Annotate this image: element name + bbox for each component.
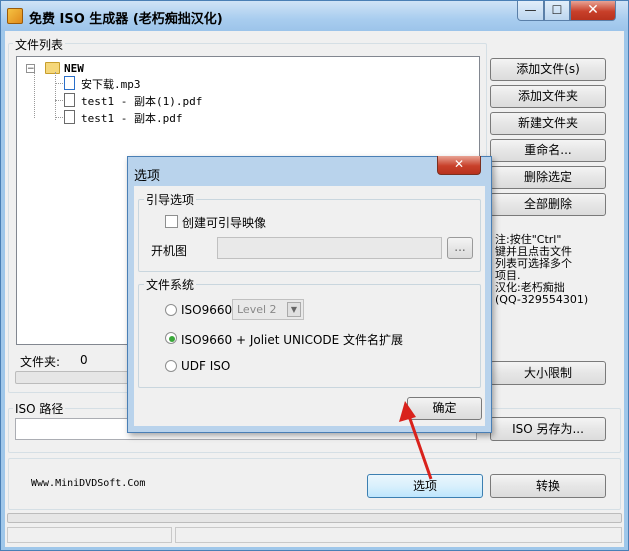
tree-item[interactable]: 安下载.mp3: [81, 76, 141, 92]
joliet-label: ISO9660 + Joliet UNICODE 文件名扩展: [181, 333, 404, 347]
rename-button[interactable]: 重命名...: [490, 139, 606, 162]
app-icon: [7, 8, 23, 24]
status-pane: [7, 527, 172, 543]
dialog-close-button[interactable]: ✕: [437, 156, 481, 175]
tree-line: [55, 72, 56, 120]
add-folder-button[interactable]: 添加文件夹: [490, 85, 606, 108]
tree-line: [55, 83, 63, 84]
iso9660-radio[interactable]: [165, 304, 177, 316]
files-count-value: 0: [80, 353, 88, 367]
arrow-shaft: [406, 412, 433, 480]
boot-image-label: 开机图: [151, 244, 188, 258]
joliet-radio[interactable]: [165, 332, 177, 344]
size-limit-button[interactable]: 大小限制: [490, 361, 606, 385]
udf-radio[interactable]: [165, 360, 177, 372]
iso9660-label: ISO9660: [181, 303, 233, 317]
browse-button[interactable]: ...: [447, 237, 473, 259]
file-list-legend: 文件列表: [13, 36, 66, 53]
iso-path-legend: ISO 路径: [13, 400, 66, 417]
files-count-label: 文件夹:: [20, 355, 61, 369]
maximize-button[interactable]: ☐: [544, 1, 570, 21]
delete-selected-button[interactable]: 删除选定: [490, 166, 606, 189]
help-note: 注:按住"Ctrl" 键并且点击文件 列表可选择多个 项目. 汉化:老朽痴拙 (…: [495, 234, 615, 306]
save-iso-button[interactable]: ISO 另存为...: [490, 417, 606, 441]
tree-line: [55, 100, 63, 101]
pdf-file-icon: [64, 110, 75, 124]
minimize-button[interactable]: —: [517, 1, 544, 21]
audio-file-icon: [64, 76, 75, 90]
level-select[interactable]: Level 2 ▼: [232, 299, 304, 320]
arrow-head: [399, 401, 416, 422]
tree-item[interactable]: test1 - 副本.pdf: [81, 110, 182, 126]
pdf-file-icon: [64, 93, 75, 107]
status-pane: [175, 527, 622, 543]
level-select-value: Level 2: [237, 303, 277, 316]
tree-line: [55, 117, 63, 118]
dialog-title: 选项: [134, 169, 161, 184]
tree-root-label[interactable]: NEW: [64, 62, 84, 75]
options-dialog: 选项 ✕ 引导选项 创建可引导映像 开机图 ... 文件系统 ISO9660 L…: [127, 156, 492, 433]
udf-label: UDF ISO: [181, 359, 231, 373]
folder-icon: [45, 62, 60, 74]
collapse-icon[interactable]: −: [26, 64, 35, 74]
file-system-legend: 文件系统: [144, 276, 197, 293]
note-line: (QQ-329554301): [495, 293, 589, 306]
tree-item[interactable]: test1 - 副本(1).pdf: [81, 93, 202, 109]
chevron-down-icon[interactable]: ▼: [287, 302, 301, 317]
new-folder-button[interactable]: 新建文件夹: [490, 112, 606, 135]
bootable-checkbox[interactable]: [165, 215, 178, 228]
annotation-arrow: [399, 401, 433, 480]
close-button[interactable]: ✕: [570, 1, 616, 21]
boot-options-legend: 引导选项: [144, 191, 197, 208]
delete-all-button[interactable]: 全部删除: [490, 193, 606, 216]
add-file-button[interactable]: 添加文件(s): [490, 58, 606, 81]
title-bar[interactable]: 免费 ISO 生成器 (老朽痴拙汉化) — ☐ ✕: [1, 1, 628, 31]
convert-button[interactable]: 转换: [490, 474, 606, 498]
bootable-label: 创建可引导映像: [182, 216, 267, 230]
progress-bar: [7, 513, 622, 523]
boot-options-group: [138, 199, 481, 272]
boot-image-input[interactable]: [217, 237, 442, 259]
dialog-client: 引导选项 创建可引导映像 开机图 ... 文件系统 ISO9660 Level …: [134, 186, 485, 426]
tree-line: [34, 72, 35, 118]
window-title: 免费 ISO 生成器 (老朽痴拙汉化): [29, 12, 223, 27]
website-label: Www.MiniDVDSoft.Com: [31, 478, 146, 489]
